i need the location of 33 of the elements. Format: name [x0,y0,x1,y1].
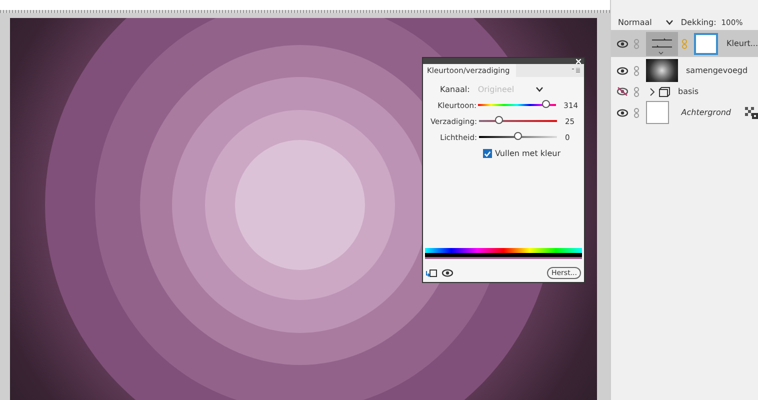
slider-thumb[interactable] [494,116,502,124]
channel-label: Kanaal: [440,84,470,94]
layer-row[interactable]: Kleurt... [611,30,758,57]
layer-thumbnail[interactable] [646,59,678,82]
chevron-icon[interactable] [666,20,673,25]
slider-thumb[interactable] [514,132,522,140]
opacity-label: Dekking: [680,18,716,27]
layer-row[interactable]: samengevoegd [611,57,758,84]
adjustment-thumbnail-icon[interactable] [646,32,678,56]
layer-name: basis [678,87,699,96]
layer-mask-thumbnail[interactable] [694,32,718,54]
layer-row[interactable]: Achtergrond [611,99,758,126]
eye-icon[interactable] [617,66,628,74]
eye-icon[interactable] [617,40,628,48]
menu-icon[interactable] [572,68,580,73]
layer-row[interactable]: basis [611,84,758,99]
layer-name: Kleurt... [726,39,758,48]
eye-icon[interactable] [617,108,628,116]
checkbox[interactable] [483,149,492,158]
eye-icon[interactable] [442,269,453,277]
checkbox-label: Vullen met kleur [495,149,561,158]
blend-mode-dropdown[interactable]: Normaal [618,18,673,27]
layer-name: samengevoegd [686,66,748,75]
clip-to-layer-icon[interactable] [426,269,437,277]
close-icon[interactable] [576,58,581,64]
lock-icon[interactable] [745,106,758,118]
hidden-eye-icon[interactable] [617,87,628,96]
slider-thumb[interactable] [542,100,550,108]
layer-name: Achtergrond [681,108,731,117]
chevron-icon[interactable] [650,88,655,96]
layer-thumbnail[interactable] [646,101,670,124]
chevron-icon[interactable] [536,86,544,92]
folder-icon[interactable] [659,86,670,96]
